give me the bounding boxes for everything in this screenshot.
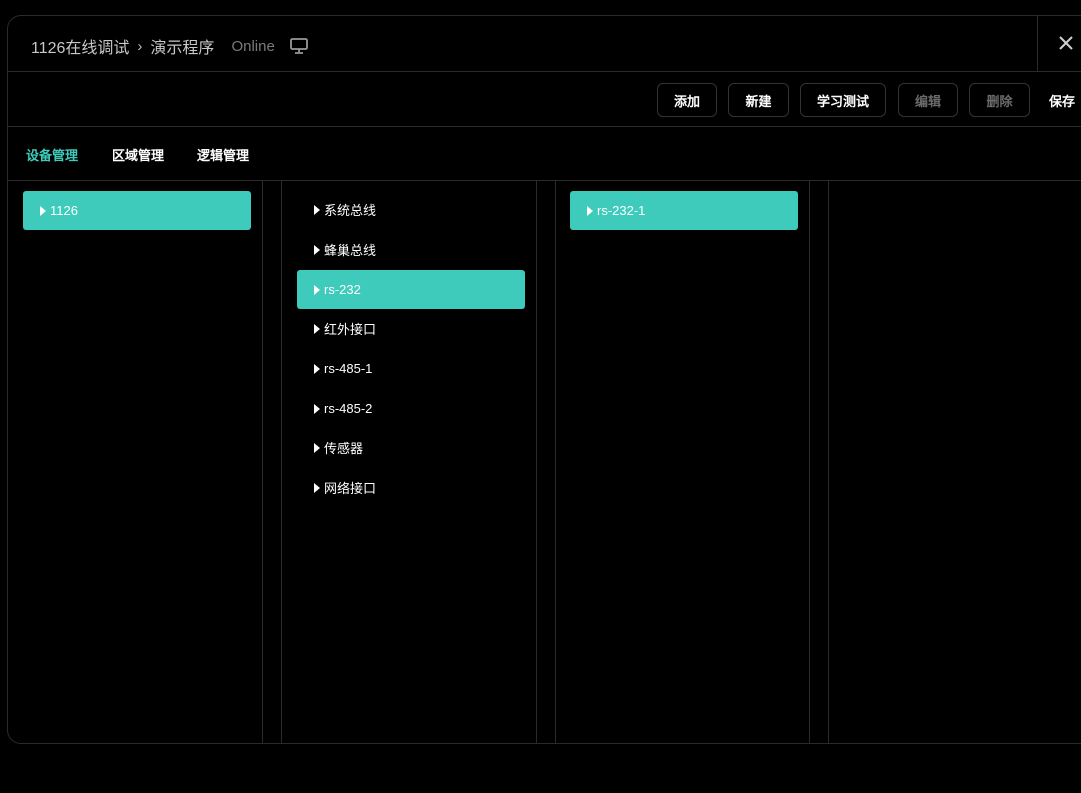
caret-right-icon — [314, 482, 320, 493]
tree-item-label: rs-232 — [324, 282, 361, 297]
delete-button[interactable]: 删除 — [969, 83, 1030, 117]
tree-item-label: 传感器 — [324, 441, 364, 456]
tab-logic-management[interactable]: 逻辑管理 — [197, 145, 249, 164]
toolbar: 添加 新建 学习测试 编辑 删除 保存 — [8, 72, 1081, 127]
interface-item[interactable]: 蜂巢总线 — [297, 230, 525, 269]
column-divider — [536, 181, 537, 743]
breadcrumb-root[interactable]: 1126在线调试 — [31, 34, 129, 58]
tree-item-label: rs-485-1 — [324, 361, 373, 376]
interface-item[interactable]: rs-485-1 — [297, 349, 525, 388]
interface-item[interactable]: 红外接口 — [297, 309, 525, 348]
tree-item-label: 网络接口 — [324, 481, 377, 496]
column-divider — [828, 181, 829, 743]
caret-right-icon — [314, 403, 320, 414]
tree-item-label: rs-485-2 — [324, 401, 373, 416]
port-item-rs-232-1[interactable]: rs-232-1 — [570, 191, 798, 230]
tree-item-label: 红外接口 — [324, 322, 377, 337]
close-icon — [1058, 35, 1074, 51]
tab-bar: 设备管理 区域管理 逻辑管理 — [8, 127, 1081, 181]
monitor-icon — [289, 37, 309, 55]
breadcrumb: 1126在线调试 › 演示程序 Online — [31, 34, 309, 58]
caret-right-icon — [40, 205, 46, 216]
device-item-1126[interactable]: 1126 — [23, 191, 251, 230]
interface-item[interactable]: 传感器 — [297, 428, 525, 467]
add-button[interactable]: 添加 — [657, 83, 717, 117]
save-button[interactable]: 保存 — [1041, 83, 1081, 117]
interface-item[interactable]: 系统总线 — [297, 190, 525, 229]
tab-area-management[interactable]: 区域管理 — [112, 145, 164, 164]
tree-item-label: 蜂巢总线 — [324, 243, 377, 258]
caret-right-icon — [314, 204, 320, 215]
edit-button[interactable]: 编辑 — [898, 83, 958, 117]
status-text: Online — [231, 37, 275, 55]
tree-item-label: rs-232-1 — [597, 203, 646, 218]
caret-right-icon — [314, 323, 320, 334]
column-divider — [555, 181, 556, 743]
tree-item-label: 1126 — [50, 203, 78, 218]
caret-right-icon — [314, 284, 320, 295]
close-button[interactable] — [1037, 16, 1081, 72]
caret-right-icon — [314, 244, 320, 255]
breadcrumb-current: 演示程序 — [150, 40, 215, 57]
caret-right-icon — [587, 205, 593, 216]
interface-item[interactable]: rs-485-2 — [297, 389, 525, 428]
interface-item-selected[interactable]: rs-232 — [297, 270, 525, 309]
column-divider — [281, 181, 282, 743]
tree-item-label: 系统总线 — [324, 203, 377, 218]
column-divider — [262, 181, 263, 743]
title-bar: 1126在线调试 › 演示程序 Online — [8, 16, 1081, 72]
new-button[interactable]: 新建 — [728, 83, 789, 117]
interface-item[interactable]: 网络接口 — [297, 468, 525, 507]
learn-test-button[interactable]: 学习测试 — [800, 83, 886, 117]
column-divider — [809, 181, 810, 743]
debug-dialog: 1126在线调试 › 演示程序 Online 添加 新建 学习测试 编辑 删除 … — [7, 15, 1081, 744]
caret-right-icon — [314, 363, 320, 374]
chevron-right-icon: › — [137, 37, 143, 55]
tab-device-management[interactable]: 设备管理 — [26, 145, 78, 164]
caret-right-icon — [314, 442, 320, 453]
